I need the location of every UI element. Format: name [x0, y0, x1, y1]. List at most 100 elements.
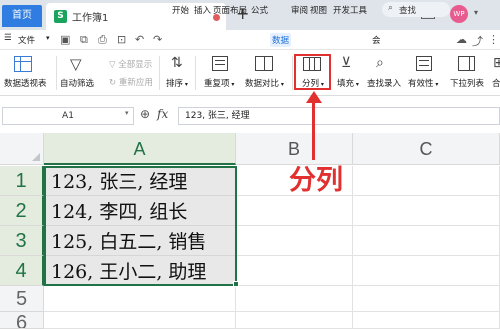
search-icon: ⌕ [388, 3, 394, 13]
row-header-2[interactable]: 2 [0, 196, 44, 226]
avatar[interactable]: WP [450, 5, 468, 23]
chevron-down-icon[interactable]: ▾ [46, 34, 50, 42]
export-icon[interactable]: ⧉ [80, 33, 88, 47]
merge-icon[interactable]: ⊞ [493, 55, 500, 71]
spreadsheet-icon: S [54, 10, 67, 23]
cell-c1[interactable] [353, 166, 500, 196]
search-box[interactable]: ⌕ 查找 [382, 2, 450, 17]
menu-data[interactable]: 数据 [270, 33, 292, 47]
dropdown-list-button[interactable]: 下拉列表 [450, 77, 484, 89]
cell-b5[interactable] [236, 286, 353, 312]
row-header-3[interactable]: 3 [0, 226, 44, 256]
menu-insert[interactable]: 插入 [194, 4, 211, 16]
filter-icon[interactable]: ▽ [70, 55, 82, 73]
pivot-table-icon[interactable] [14, 56, 32, 72]
home-tab[interactable]: 首页 [2, 5, 42, 27]
formula-input[interactable]: 123, 张三, 经理 [178, 107, 500, 125]
preview-icon[interactable]: ⊡ [117, 33, 126, 46]
validity-label: 有效性 [408, 79, 434, 89]
compare-icon[interactable] [255, 56, 273, 71]
show-all-label: 全部显示 [118, 60, 153, 70]
reapply-icon: ↻ [109, 78, 119, 88]
menu-formula[interactable]: 公式 [251, 4, 268, 16]
annotation-arrow [312, 100, 315, 160]
fill-handle[interactable] [233, 281, 239, 287]
cell-c5[interactable] [353, 286, 500, 312]
cell-c2[interactable] [353, 196, 500, 226]
more-icon[interactable]: ⋮ [488, 33, 499, 46]
menu-developer[interactable]: 开发工具 [333, 4, 367, 16]
selection-border [44, 166, 237, 286]
data-compare-button[interactable]: 数据对比 ▾ [245, 77, 284, 89]
redo-icon[interactable]: ↷ [153, 33, 162, 46]
column-header-c[interactable]: C [353, 133, 500, 165]
fill-label: 填充 [337, 79, 355, 89]
chevron-down-icon: ▾ [279, 81, 284, 88]
fill-icon[interactable]: ⊻ [341, 55, 351, 71]
save-icon[interactable]: ▣ [60, 33, 70, 46]
select-all-corner[interactable] [0, 133, 44, 165]
menu-start[interactable]: 开始 [172, 4, 189, 16]
share-icon[interactable]: ⤴ [472, 33, 483, 49]
column-header-a[interactable]: A [44, 133, 236, 165]
fill-button[interactable]: 填充 ▾ [337, 77, 359, 89]
chevron-down-icon: ▾ [354, 81, 359, 88]
cell-c6[interactable] [353, 312, 500, 329]
cell-b6[interactable] [236, 312, 353, 329]
chevron-down-icon[interactable]: ▾ [125, 109, 129, 117]
cell-c3[interactable] [353, 226, 500, 256]
menu-view[interactable]: 视图 [310, 4, 327, 16]
row-header-5[interactable]: 5 [0, 286, 44, 312]
cloud-icon[interactable]: ☁ [456, 33, 467, 46]
menu-member[interactable]: 会 [372, 34, 381, 46]
zoom-icon[interactable]: ⊕ [140, 107, 150, 121]
search-label: 查找 [399, 6, 417, 16]
fx-icon[interactable]: fx [157, 107, 168, 121]
menu-review[interactable]: 审阅 [291, 4, 308, 16]
row-header-1[interactable]: 1 [0, 166, 44, 196]
chevron-down-icon[interactable]: ▾ [474, 8, 478, 17]
sort-label: 排序 [166, 79, 184, 89]
lookup-icon[interactable]: ⌕ [376, 55, 384, 71]
print-icon[interactable]: ⎙ [98, 33, 107, 47]
chevron-down-icon: ▾ [229, 81, 235, 88]
document-title: 工作簿1 [72, 13, 109, 24]
dropdown-list-icon[interactable] [458, 56, 475, 71]
chevron-down-icon: ▾ [183, 81, 188, 88]
chevron-down-icon: ▾ [433, 81, 439, 88]
formula-content: 123, 张三, 经理 [185, 111, 250, 121]
ribbon-divider [195, 56, 196, 90]
annotation-label: 分列 [289, 165, 343, 196]
reapply-button[interactable]: ↻ 重新应用 [109, 76, 153, 88]
duplicates-button[interactable]: 重复项 ▾ [204, 77, 234, 89]
menu-page-layout[interactable]: 页面布局 [213, 4, 247, 16]
merge-button[interactable]: 合 [492, 77, 500, 89]
name-box[interactable]: A1 [2, 107, 134, 125]
cell-b4[interactable] [236, 256, 353, 286]
auto-filter-button[interactable]: 自动筛选 [60, 77, 94, 89]
row-header-6[interactable]: 6 [0, 312, 44, 329]
cell-b2[interactable] [236, 196, 353, 226]
ribbon-divider [159, 56, 160, 90]
sort-icon[interactable]: ⇅ [171, 55, 183, 71]
validity-icon[interactable] [416, 56, 432, 71]
cell-a5[interactable] [44, 286, 236, 312]
cell-a6[interactable] [44, 312, 236, 329]
sort-button[interactable]: 排序 ▾ [166, 77, 188, 89]
duplicates-label: 重复项 [204, 79, 230, 89]
undo-icon[interactable]: ↶ [135, 33, 144, 46]
cell-c4[interactable] [353, 256, 500, 286]
ribbon-divider [292, 56, 293, 90]
validity-button[interactable]: 有效性 ▾ [408, 77, 438, 89]
menu-bar [0, 30, 500, 50]
lookup-entry-button[interactable]: 查找录入 [367, 77, 401, 89]
duplicates-icon[interactable] [212, 56, 228, 71]
pivot-table-button[interactable]: 数据透视表 [4, 77, 47, 89]
hamburger-icon[interactable]: ☰ [4, 33, 12, 43]
row-header-4[interactable]: 4 [0, 256, 44, 286]
reapply-label: 重新应用 [118, 78, 153, 88]
show-all-icon: ▽ [109, 60, 119, 70]
show-all-button[interactable]: ▽ 全部显示 [109, 58, 152, 70]
cell-b3[interactable] [236, 226, 353, 256]
menu-file[interactable]: 文件 [18, 34, 35, 46]
